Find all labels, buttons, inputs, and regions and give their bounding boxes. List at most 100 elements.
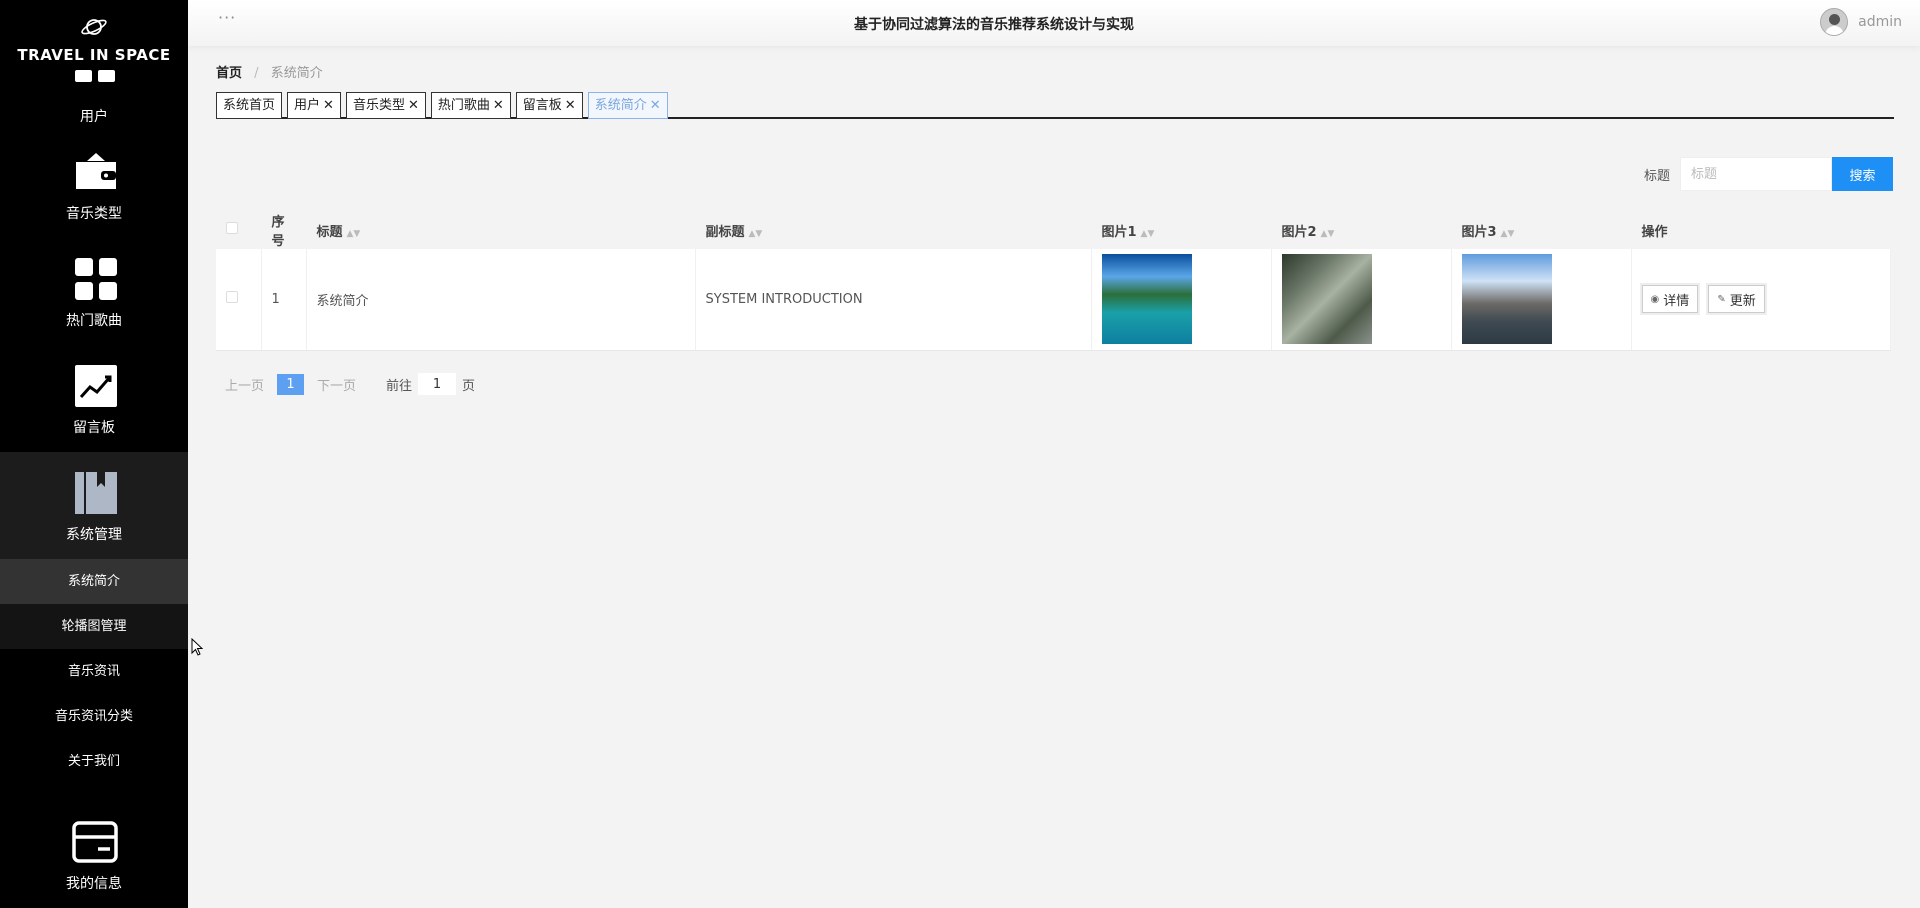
eye-icon: ◉: [1650, 293, 1660, 305]
cell-actions: ◉ 详情 ✎ 更新: [1631, 249, 1891, 351]
sidebar-item-hot-songs[interactable]: 热门歌曲: [0, 238, 188, 345]
planet-icon: [81, 19, 107, 35]
sidebar-item-label: 留言板: [73, 420, 115, 436]
tag-hot-songs[interactable]: 热门歌曲 ✕: [430, 92, 511, 119]
sort-icon[interactable]: ▲▼: [749, 229, 763, 239]
next-page-button[interactable]: 下一页: [317, 375, 356, 394]
tag-users[interactable]: 用户 ✕: [287, 92, 341, 119]
search-label: 标题: [1643, 168, 1670, 184]
search-input[interactable]: [1680, 157, 1832, 191]
username[interactable]: admin: [1858, 14, 1902, 30]
column-header-pic1[interactable]: 图片1 ▲▼: [1091, 211, 1272, 249]
tag-label: 热门歌曲: [437, 98, 490, 113]
tag-label: 系统首页: [223, 98, 276, 113]
goto-suffix: 页: [462, 378, 476, 394]
wallet-icon: [76, 153, 116, 189]
select-all-checkbox[interactable]: [226, 222, 238, 234]
sidebar-item-label: 热门歌曲: [66, 313, 122, 329]
book-icon: [75, 472, 117, 514]
prev-page-button[interactable]: 上一页: [225, 375, 264, 394]
column-header-label: 图片3: [1461, 224, 1497, 240]
column-header-label: 图片2: [1281, 224, 1317, 240]
users-icon: [75, 70, 115, 82]
row-checkbox[interactable]: [226, 291, 238, 304]
sidebar-item-label: 系统管理: [66, 527, 122, 543]
submenu-item-carousel[interactable]: 轮播图管理: [0, 604, 188, 649]
data-table: 序号 标题 ▲▼ 副标题 ▲▼ 图片1 ▲▼ 图片2 ▲▼ 图片3 ▲▼ 操作 1 系统简…: [216, 211, 1891, 351]
table-header-row: 序号 标题 ▲▼ 副标题 ▲▼ 图片1 ▲▼ 图片2 ▲▼ 图片3 ▲▼ 操作: [216, 211, 1891, 249]
sidebar-item-label: 音乐类型: [66, 206, 122, 222]
user-menu[interactable]: admin: [1820, 8, 1902, 36]
column-header-pic3[interactable]: 图片3 ▲▼: [1451, 211, 1632, 249]
sidebar-item-music-type[interactable]: 音乐类型: [0, 131, 188, 238]
breadcrumb-separator: /: [254, 66, 259, 81]
tag-label: 用户: [294, 98, 321, 113]
goto-page-input[interactable]: [418, 373, 457, 395]
cell-pic2: [1271, 249, 1452, 351]
column-header-label: 副标题: [705, 224, 745, 240]
sidebar-item-label: 我的信息: [66, 876, 122, 892]
tag-music-type[interactable]: 音乐类型 ✕: [345, 92, 426, 119]
tag-message-board[interactable]: 留言板 ✕: [515, 92, 583, 119]
cell-pic1: [1091, 249, 1272, 351]
tag-label: 音乐类型: [352, 98, 405, 113]
sort-icon[interactable]: ▲▼: [1321, 229, 1335, 239]
tag-label: 留言板: [522, 98, 562, 113]
column-header-subtitle[interactable]: 副标题 ▲▼: [695, 211, 1092, 249]
page-number-current[interactable]: 1: [277, 373, 305, 395]
pagination: 上一页 1 下一页 前往 页: [225, 373, 475, 395]
goto-label: 前往: [386, 378, 413, 394]
submenu-item-about-us[interactable]: 关于我们: [0, 739, 188, 784]
submenu-item-system-intro[interactable]: 系统简介: [0, 559, 188, 604]
submenu: 系统简介 轮播图管理 音乐资讯 音乐资讯分类 关于我们: [0, 559, 188, 784]
sidebar-item-message-board[interactable]: 留言板: [0, 345, 188, 452]
chart-icon: [75, 365, 117, 407]
update-button[interactable]: ✎ 更新: [1708, 285, 1765, 314]
close-icon[interactable]: ✕: [408, 93, 419, 118]
column-header-title[interactable]: 标题 ▲▼: [306, 211, 696, 249]
sidebar-item-users[interactable]: 用户: [0, 70, 188, 131]
select-all-header: [216, 211, 262, 249]
close-icon[interactable]: ✕: [493, 93, 504, 118]
app-title: 基于协同过滤算法的音乐推荐系统设计与实现: [854, 17, 1134, 33]
sidebar-item-system-management[interactable]: 系统管理: [0, 452, 188, 559]
sort-icon[interactable]: ▲▼: [347, 229, 361, 239]
sort-icon[interactable]: ▲▼: [1501, 229, 1515, 239]
column-header-label: 图片1: [1101, 224, 1137, 240]
close-icon[interactable]: ✕: [650, 93, 661, 118]
card-icon: [72, 821, 118, 863]
image-thumbnail[interactable]: [1101, 254, 1192, 345]
column-header-label: 标题: [316, 224, 343, 240]
avatar[interactable]: [1820, 8, 1849, 36]
search-bar: 标题 搜索: [1644, 157, 1893, 191]
search-button[interactable]: 搜索: [1832, 157, 1893, 191]
edit-icon: ✎: [1717, 293, 1726, 305]
close-icon[interactable]: ✕: [565, 93, 576, 118]
breadcrumb-home[interactable]: 首页: [216, 66, 242, 81]
sidebar-item-my-info[interactable]: 我的信息: [0, 801, 188, 908]
breadcrumb-current: 系统简介: [270, 66, 323, 81]
update-button-label: 更新: [1729, 293, 1756, 309]
breadcrumb: 首页 / 系统简介: [216, 62, 323, 81]
tag-home[interactable]: 系统首页: [216, 92, 283, 119]
sort-icon[interactable]: ▲▼: [1141, 229, 1155, 239]
tag-system-intro[interactable]: 系统简介 ✕: [587, 92, 668, 119]
mouse-cursor-icon: [191, 638, 203, 656]
close-icon[interactable]: ✕: [323, 93, 334, 118]
cell-subtitle: SYSTEM INTRODUCTION: [695, 249, 1092, 351]
detail-button-label: 详情: [1663, 293, 1690, 309]
column-header-pic2[interactable]: 图片2 ▲▼: [1271, 211, 1452, 249]
column-header-index: 序号: [261, 211, 307, 249]
top-header: ··· 基于协同过滤算法的音乐推荐系统设计与实现 admin: [188, 0, 1920, 46]
detail-button[interactable]: ◉ 详情: [1641, 285, 1699, 314]
cell-title: 系统简介: [306, 249, 696, 351]
cell-index: 1: [261, 249, 307, 351]
image-thumbnail[interactable]: [1461, 254, 1552, 345]
cell-pic3: [1451, 249, 1632, 351]
tags-view: 系统首页 用户 ✕ 音乐类型 ✕ 热门歌曲 ✕ 留言板 ✕ 系统简介 ✕: [216, 92, 1894, 119]
image-thumbnail[interactable]: [1281, 254, 1372, 345]
row-select-cell: [216, 249, 262, 351]
column-header-actions: 操作: [1631, 211, 1891, 249]
submenu-item-music-news[interactable]: 音乐资讯: [0, 649, 188, 694]
submenu-item-news-category[interactable]: 音乐资讯分类: [0, 694, 188, 739]
